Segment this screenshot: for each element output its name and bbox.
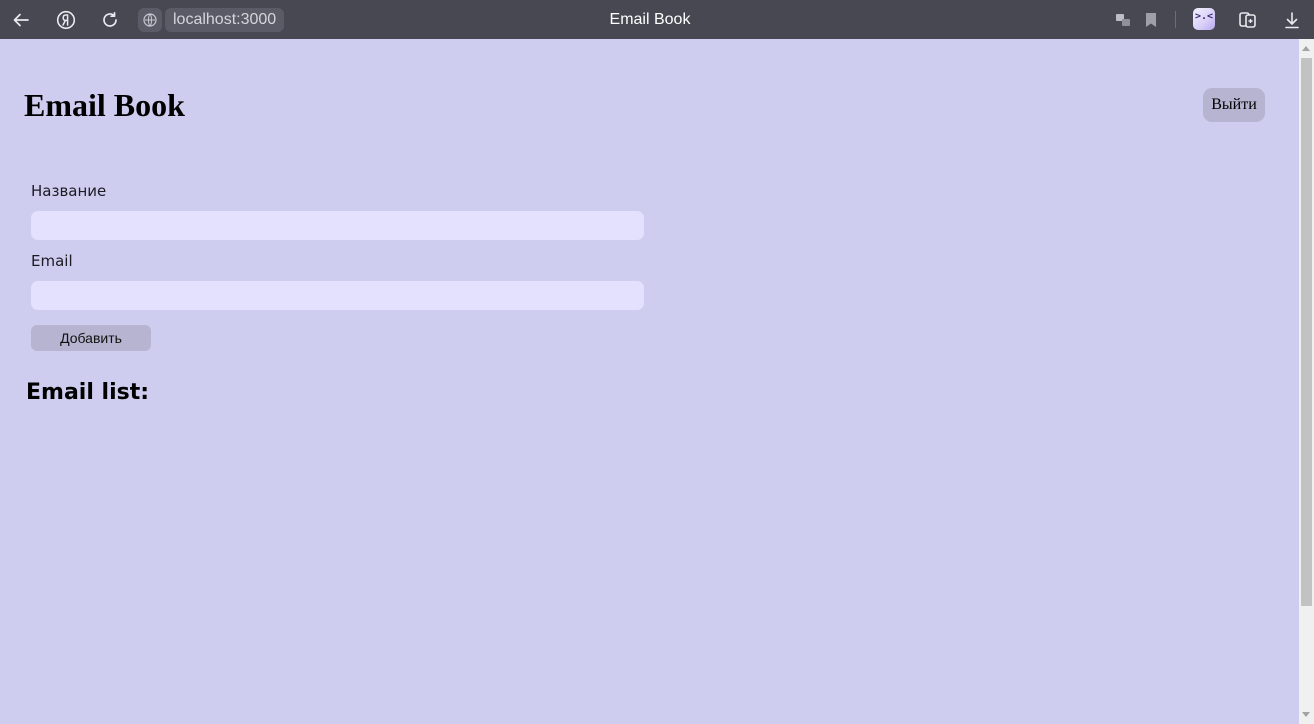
page-scrollbar[interactable] xyxy=(1299,39,1314,724)
url-text[interactable]: localhost:3000 xyxy=(165,7,285,32)
name-label: Название xyxy=(31,182,107,200)
download-icon[interactable] xyxy=(1280,8,1304,32)
extension-icon[interactable]: >.< xyxy=(1193,8,1215,30)
translate-icon[interactable] xyxy=(1111,8,1135,32)
page-title: Email Book xyxy=(24,87,185,123)
page-viewport: Email Book Выйти Название Email Добавить… xyxy=(0,39,1299,724)
scrollbar-thumb[interactable] xyxy=(1301,58,1312,606)
back-arrow-icon[interactable] xyxy=(9,8,33,32)
address-bar[interactable]: localhost:3000 xyxy=(138,7,285,32)
site-globe-icon[interactable] xyxy=(138,7,162,32)
email-input[interactable] xyxy=(31,281,644,310)
scroll-up-icon[interactable] xyxy=(1302,46,1310,51)
collections-icon[interactable] xyxy=(1236,8,1260,32)
email-list-title: Email list: xyxy=(26,380,150,405)
scroll-down-icon[interactable] xyxy=(1302,712,1310,717)
toolbar-separator xyxy=(1175,11,1176,28)
bookmark-icon[interactable] xyxy=(1139,8,1163,32)
logout-button[interactable]: Выйти xyxy=(1203,88,1265,122)
reload-icon[interactable] xyxy=(98,8,122,32)
browser-toolbar: localhost:3000 Email Book >.< xyxy=(0,0,1314,39)
email-label: Email xyxy=(31,252,73,270)
name-input[interactable] xyxy=(31,211,644,240)
yandex-logo-icon[interactable] xyxy=(54,8,78,32)
add-button[interactable]: Добавить xyxy=(31,325,151,351)
